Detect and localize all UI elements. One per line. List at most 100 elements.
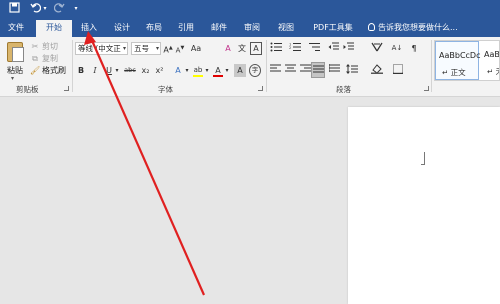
highlight-button[interactable]: ab (192, 64, 204, 77)
text-effects-button[interactable]: A (172, 64, 184, 77)
group-separator (431, 40, 432, 92)
phonetic-guide-button[interactable]: 文 (236, 42, 248, 55)
ribbon: 粘贴 ▾ ✂ 剪切 ⧉ 复制 🖌 格式刷 剪贴板 等线 (中文正 ▾ 五号 ▾ A▲ A▼… (0, 37, 500, 97)
copy-button[interactable]: ⧉ 复制 (30, 53, 58, 64)
style-name: ↵ 正文 (442, 68, 466, 77)
ribbon-tab-bar: 文件 开始 插入 设计 布局 引用 邮件 审阅 视图 PDF工具集 告诉我您想要… (0, 18, 500, 37)
subscript-button[interactable]: x₂ (140, 64, 151, 77)
shrink-font-button[interactable]: A▼ (175, 42, 185, 55)
align-center-button[interactable] (284, 64, 296, 77)
clipboard-group-label: 剪贴板 (16, 85, 39, 94)
style-sample: AaBbCcDc (439, 51, 481, 60)
increase-indent-button[interactable] (342, 42, 354, 55)
paintbrush-icon: 🖌 (30, 66, 41, 75)
customize-quick-access-icon[interactable]: ▾ (72, 2, 80, 16)
bold-icon: B (77, 66, 85, 75)
paste-button[interactable]: 粘贴 ▾ (3, 40, 27, 82)
font-size-value: 五号 (134, 44, 149, 53)
tab-pdf-tools[interactable]: PDF工具集 (308, 18, 358, 37)
paste-label: 粘贴 (7, 66, 23, 75)
font-size-combobox[interactable]: 五号 ▾ (131, 42, 161, 55)
change-case-icon: Aa (190, 44, 202, 53)
underline-button[interactable]: U (104, 64, 114, 77)
format-painter-label: 格式刷 (42, 66, 66, 75)
character-border-button[interactable]: A (250, 42, 262, 55)
superscript-button[interactable]: x² (154, 64, 165, 77)
tab-file[interactable]: 文件 (4, 18, 28, 37)
copy-label: 复制 (42, 54, 58, 63)
align-left-button[interactable] (269, 64, 281, 77)
decrease-indent-button[interactable] (327, 42, 339, 55)
character-border-icon: A (253, 44, 259, 53)
style-normal[interactable]: AaBbCcDc ↵ 正文 (435, 41, 481, 80)
svg-text:2: 2 (289, 46, 291, 50)
clear-formatting-icon: A (225, 44, 231, 53)
format-painter-button[interactable]: 🖌 格式刷 (30, 65, 66, 76)
clipboard-launcher-icon[interactable] (64, 86, 69, 91)
font-name-combobox[interactable]: 等线 (中文正 ▾ (75, 42, 128, 55)
asian-layout-button[interactable] (370, 42, 384, 55)
redo-icon[interactable] (52, 2, 66, 16)
text-effects-dropdown-icon[interactable]: ▾ (184, 64, 190, 77)
highlighter-icon: ab (193, 66, 203, 74)
bullets-button[interactable] (269, 42, 283, 55)
lightbulb-icon (368, 23, 375, 31)
character-shading-button[interactable]: A (234, 64, 246, 77)
document-area (0, 98, 500, 304)
tab-mailings[interactable]: 邮件 (207, 18, 231, 37)
bold-button[interactable]: B (76, 64, 86, 77)
tab-home[interactable]: 开始 (36, 20, 72, 37)
cut-button[interactable]: ✂ 剪切 (30, 41, 58, 52)
enclose-characters-button[interactable]: 字 (249, 64, 261, 77)
line-spacing-button[interactable] (345, 64, 359, 77)
grow-font-button[interactable]: A▲ (163, 42, 173, 55)
multilevel-list-button[interactable] (307, 42, 321, 55)
tab-design[interactable]: 设计 (110, 18, 134, 37)
font-group-label: 字体 (158, 85, 173, 94)
strikethrough-icon: abc (124, 66, 136, 74)
document-page[interactable] (348, 107, 500, 304)
show-marks-button[interactable]: ¶ (408, 42, 420, 55)
character-shading-icon: A (237, 66, 243, 75)
paragraph-group-label: 段落 (336, 85, 351, 94)
group-separator (266, 40, 267, 92)
style-no-spacing[interactable]: AaB ↵ 无 (481, 41, 499, 80)
tab-layout[interactable]: 布局 (142, 18, 166, 37)
enclose-characters-icon: 字 (251, 66, 259, 74)
tab-review[interactable]: 审阅 (240, 18, 264, 37)
subscript-icon: x₂ (141, 66, 150, 75)
distributed-button[interactable] (328, 64, 340, 77)
align-right-button[interactable] (299, 64, 311, 77)
superscript-icon: x² (155, 66, 164, 75)
tab-view[interactable]: 视图 (274, 18, 298, 37)
borders-button[interactable] (392, 64, 404, 77)
paragraph-launcher-icon[interactable] (424, 86, 429, 91)
change-case-button[interactable]: Aa (188, 42, 204, 55)
group-separator (72, 40, 73, 92)
italic-button[interactable]: I (90, 64, 100, 77)
clear-formatting-button[interactable]: A (222, 42, 234, 55)
paste-dropdown-icon[interactable]: ▾ (11, 75, 14, 82)
tell-me-search[interactable]: 告诉我您想要做什么... (368, 18, 458, 37)
strikethrough-button[interactable]: abc (123, 64, 137, 77)
sort-button[interactable]: A↓ (390, 42, 404, 55)
text-effects-icon: A (175, 66, 181, 75)
undo-dropdown-icon[interactable]: ▾ (42, 2, 48, 16)
paste-icon (7, 42, 24, 62)
font-color-dropdown-icon[interactable]: ▾ (224, 64, 230, 77)
save-icon[interactable] (7, 2, 21, 16)
underline-icon: U (106, 66, 112, 75)
font-name-value: 等线 (中文正 (78, 44, 121, 53)
chevron-down-icon: ▾ (155, 45, 159, 52)
tab-insert[interactable]: 插入 (76, 18, 102, 37)
undo-icon[interactable] (28, 2, 42, 16)
tab-references[interactable]: 引用 (174, 18, 198, 37)
font-color-button[interactable]: A (212, 64, 224, 77)
paragraph-end-mark (421, 152, 425, 165)
shading-button[interactable] (370, 64, 384, 77)
font-launcher-icon[interactable] (258, 86, 263, 91)
highlight-dropdown-icon[interactable]: ▾ (204, 64, 210, 77)
underline-dropdown-icon[interactable]: ▾ (114, 64, 120, 77)
justify-button[interactable] (311, 62, 325, 78)
numbering-button[interactable]: 12 (288, 42, 302, 55)
